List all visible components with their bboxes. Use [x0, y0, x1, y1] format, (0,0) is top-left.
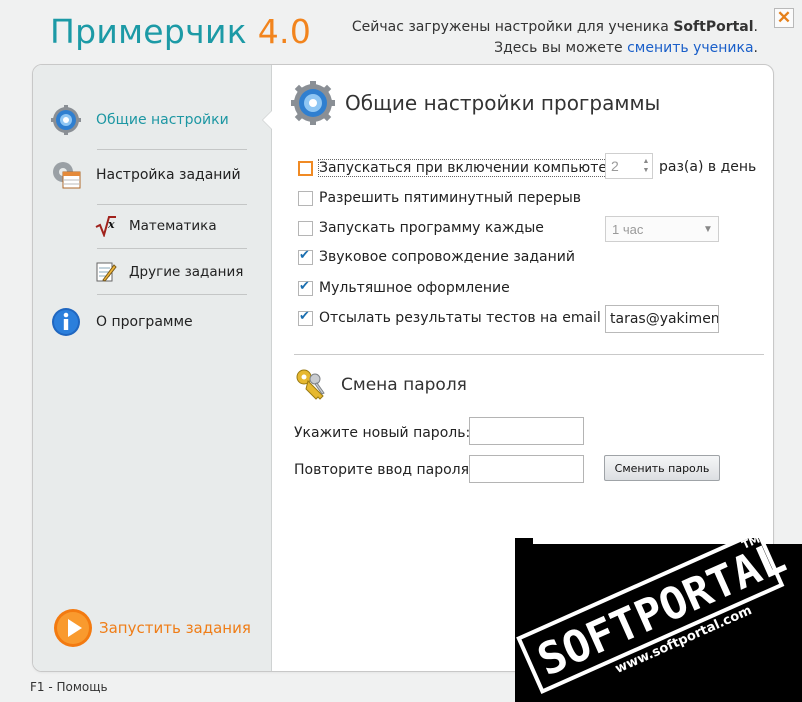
sidebar-item-general[interactable]: Общие настройки: [51, 105, 229, 135]
option-autostart[interactable]: Запускаться при включении компьютера: [298, 159, 626, 177]
option-cartoon[interactable]: Мультяшное оформление: [298, 279, 510, 296]
help-hint: F1 - Помощь: [30, 680, 108, 694]
info-text: Сейчас загружены настройки для ученика: [351, 19, 674, 35]
svg-text:x: x: [107, 218, 115, 231]
keys-icon: [296, 369, 325, 400]
chevron-down-icon: ▼: [703, 223, 713, 235]
sidebar-item-other[interactable]: Другие задания: [95, 261, 243, 283]
sidebar-divider: [97, 149, 247, 150]
sidebar-divider: [97, 294, 247, 295]
notepad-pencil-icon: [96, 262, 117, 282]
new-password-label: Укажите новый пароль:: [294, 425, 471, 441]
option-label: Запускаться при включении компьютера: [317, 159, 626, 177]
gear-globe-icon: [51, 105, 81, 135]
softportal-watermark: SOFTPORTAL TM www.softportal.com: [515, 538, 802, 702]
section-divider: [294, 354, 764, 355]
active-pointer: [263, 111, 272, 129]
option-email[interactable]: Отсылать результаты тестов на email: [298, 309, 601, 326]
break-checkbox[interactable]: [298, 190, 313, 206]
sqrt-x-icon: x: [95, 216, 116, 237]
repeat-password-field[interactable]: [469, 455, 584, 483]
page-title: Общие настройки программы: [345, 91, 661, 115]
option-label: Разрешить пятиминутный перерыв: [319, 190, 582, 206]
sound-checkbox[interactable]: [298, 248, 313, 265]
times-per-day-spinner[interactable]: 2 ▲ ▼: [605, 153, 653, 179]
sidebar-item-label: Математика: [129, 218, 217, 234]
sidebar-item-label: Другие задания: [129, 264, 244, 280]
sidebar-item-tasks[interactable]: Настройка заданий: [51, 160, 241, 190]
option-sound[interactable]: Звуковое сопровождение заданий: [298, 248, 575, 265]
autostart-checkbox[interactable]: [298, 160, 313, 176]
sidebar-item-about[interactable]: О программе: [51, 307, 193, 337]
sidebar-item-label: О программе: [96, 314, 193, 330]
info-text-2: Здесь вы можете: [494, 40, 628, 56]
repeat-password-label: Повторите ввод пароля:: [294, 462, 474, 478]
option-label: Запускать программу каждые: [319, 220, 544, 236]
run-tasks-button[interactable]: Запустить задания: [53, 608, 251, 648]
sidebar: Общие настройки Настройка заданий x Мате…: [33, 65, 272, 671]
student-name: SoftPortal: [673, 19, 754, 35]
info-suffix-2: .: [753, 40, 758, 56]
times-value: 2: [611, 158, 619, 174]
student-info: Сейчас загружены настройки для ученика S…: [352, 17, 758, 59]
change-password-button[interactable]: Сменить пароль: [604, 455, 720, 481]
run-every-checkbox[interactable]: [298, 220, 313, 236]
spinner-arrows[interactable]: ▲ ▼: [640, 157, 652, 175]
sidebar-item-label: Настройка заданий: [96, 167, 241, 183]
info-icon: [52, 308, 80, 336]
email-value: taras@yakimenko: [610, 311, 719, 327]
gear-table-icon: [53, 162, 81, 189]
sidebar-divider: [97, 248, 247, 249]
change-student-link[interactable]: сменить ученика: [627, 40, 753, 56]
sidebar-item-math[interactable]: x Математика: [95, 215, 217, 237]
interval-value: 1 час: [612, 221, 644, 237]
sidebar-divider: [97, 204, 247, 205]
close-button[interactable]: ✕: [774, 8, 794, 28]
app-version: 4.0: [257, 12, 312, 51]
option-break[interactable]: Разрешить пятиминутный перерыв: [298, 190, 581, 206]
password-heading: Смена пароля: [293, 367, 467, 403]
play-icon: [54, 609, 92, 647]
general-settings-heading: Общие настройки программы: [291, 81, 660, 125]
option-label: Отсылать результаты тестов на email: [319, 310, 601, 326]
password-title: Смена пароля: [341, 375, 467, 395]
option-run-every[interactable]: Запускать программу каждые: [298, 220, 544, 236]
option-label: Звуковое сопровождение заданий: [319, 249, 575, 265]
new-password-field[interactable]: [469, 417, 584, 445]
interval-select[interactable]: 1 час ▼: [605, 216, 719, 242]
gear-globe-icon: [291, 81, 335, 125]
option-label: Мультяшное оформление: [319, 280, 510, 296]
times-suffix: раз(а) в день: [659, 159, 757, 175]
run-tasks-label: Запустить задания: [99, 619, 251, 637]
sidebar-item-label: Общие настройки: [96, 112, 229, 128]
email-checkbox[interactable]: [298, 309, 313, 326]
app-name: Примерчик: [50, 12, 247, 51]
app-title: Примерчик 4.0: [50, 12, 311, 51]
info-suffix: .: [753, 19, 758, 35]
cartoon-checkbox[interactable]: [298, 279, 313, 296]
email-input[interactable]: taras@yakimenko: [605, 305, 719, 333]
